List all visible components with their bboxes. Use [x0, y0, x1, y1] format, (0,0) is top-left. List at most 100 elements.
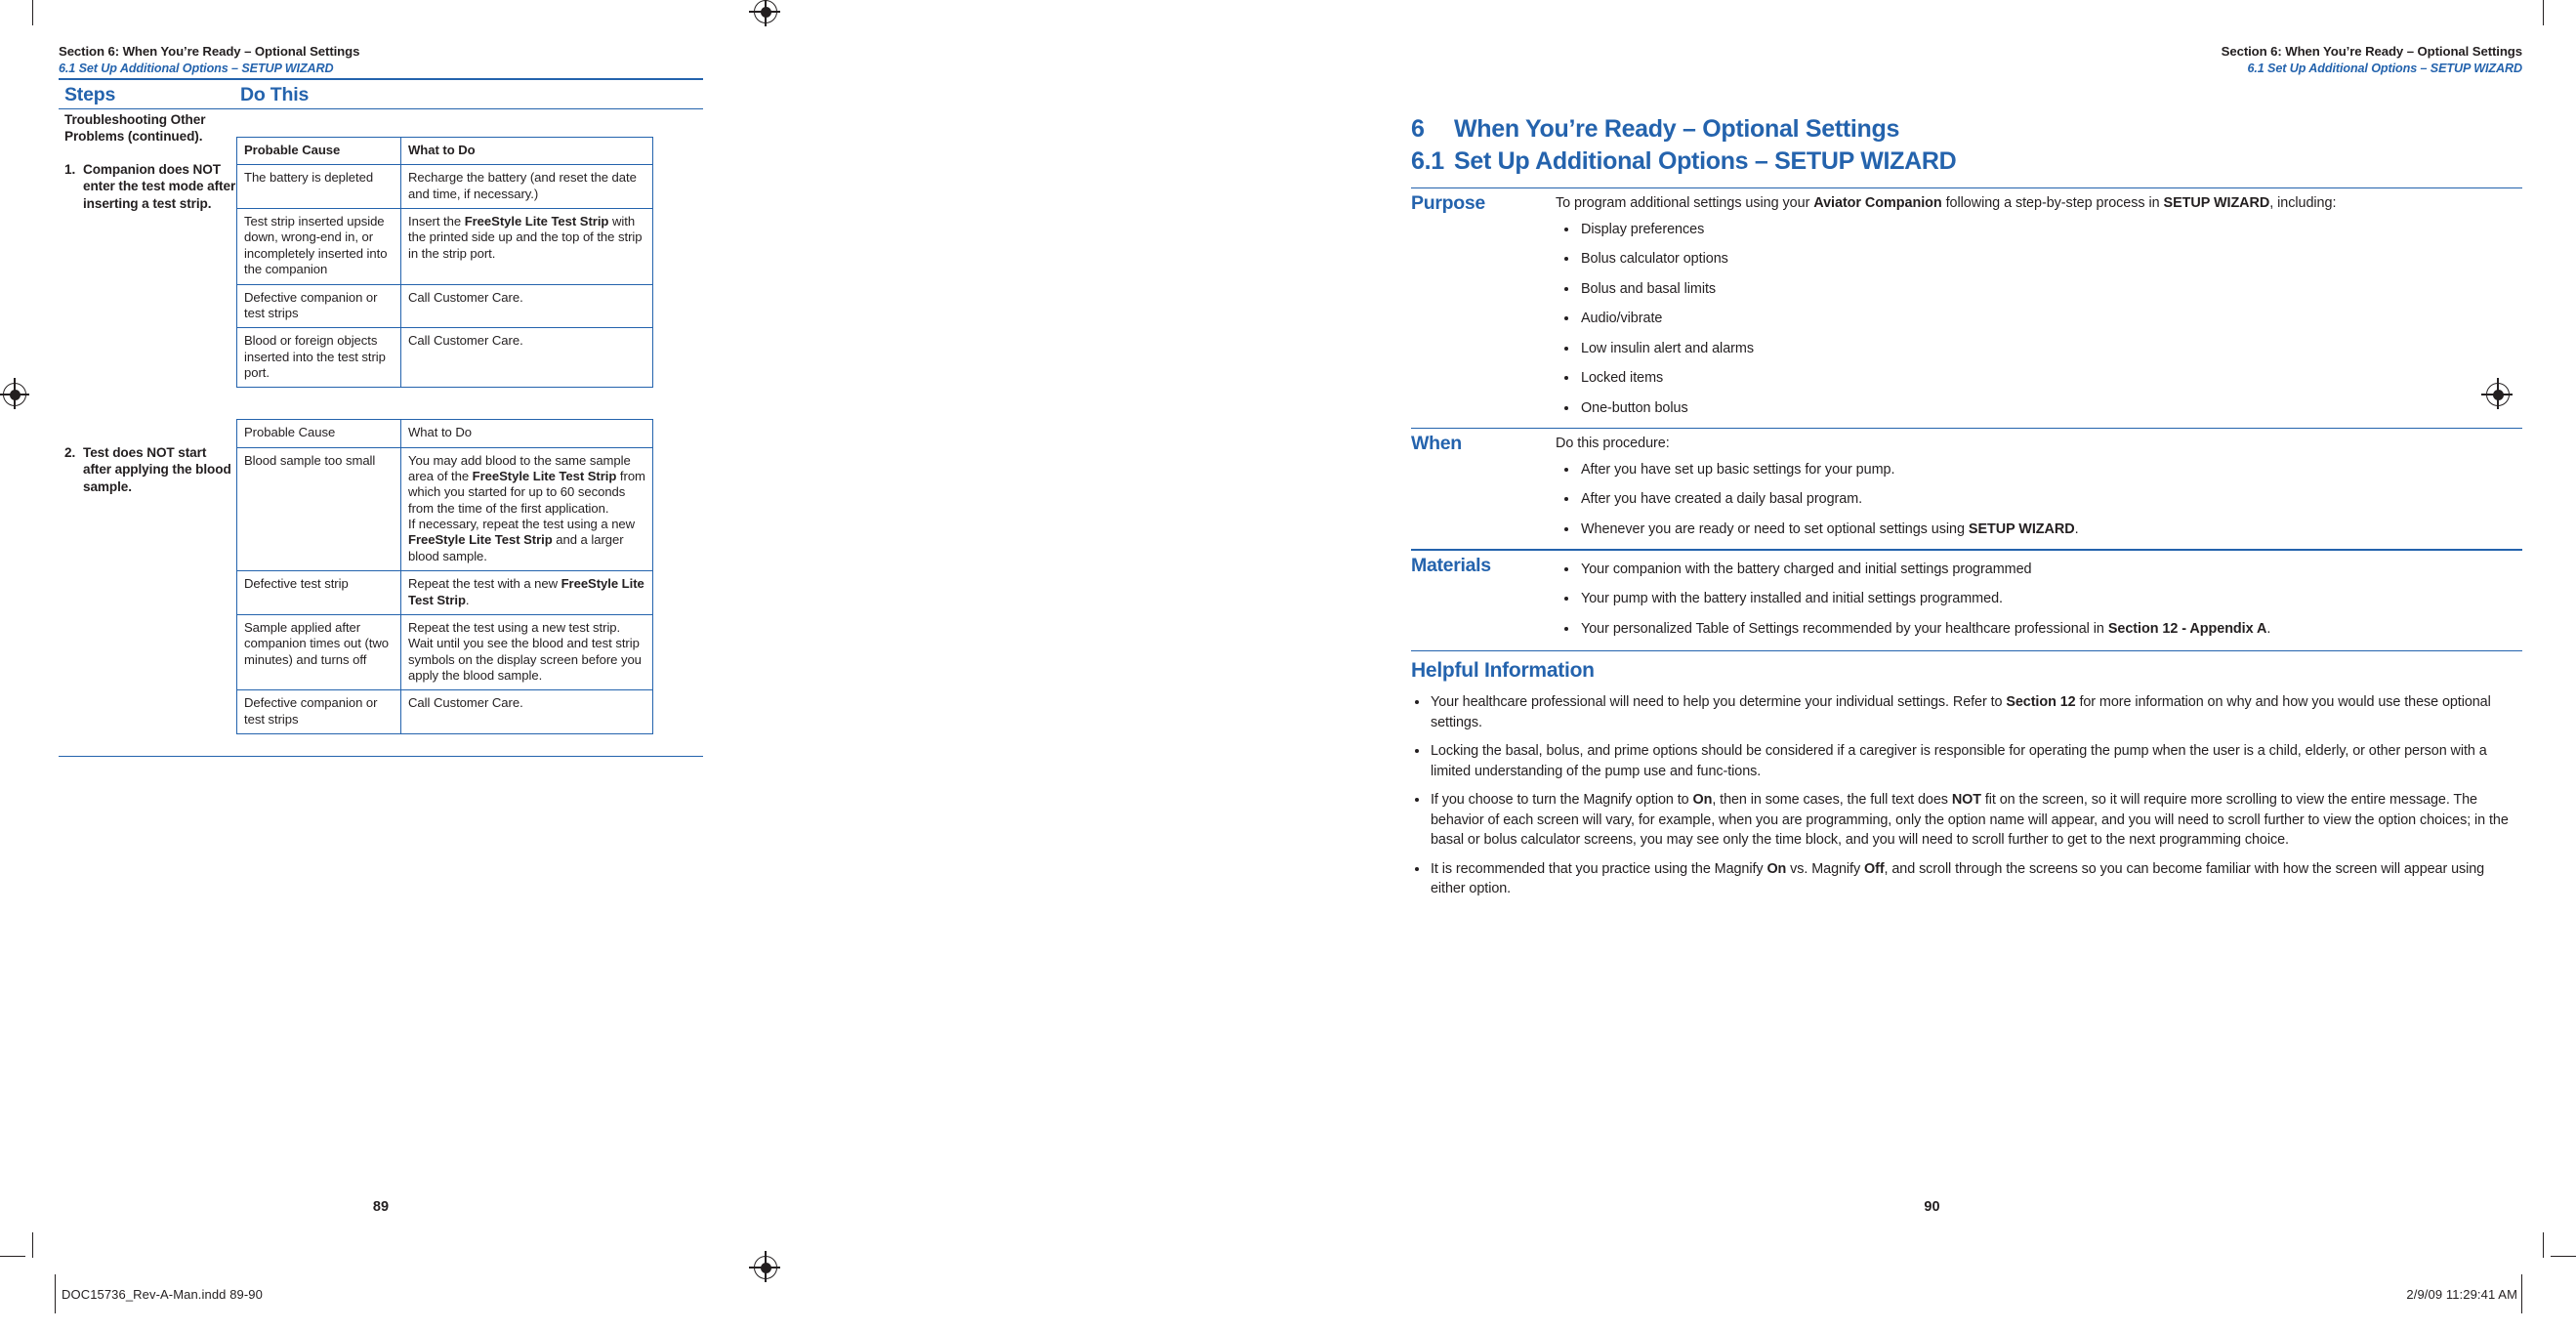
cell-what-to-do: Call Customer Care. [400, 283, 653, 329]
imposition-rule-left [55, 1274, 56, 1313]
subsection-title: 6.1 Set Up Additional Options – SETUP WIZ… [1411, 147, 2522, 176]
left-page-number: 89 [372, 1199, 390, 1215]
list-item: Your pump with the battery installed and… [1556, 589, 2522, 608]
section-title: 6 When You’re Ready – Optional Settings [1411, 115, 2522, 144]
imposition-file-label: DOC15736_Rev-A-Man.indd 89-90 [62, 1287, 263, 1302]
table-row: Sample applied after companion times out… [236, 613, 653, 691]
left-running-head: Section 6: When You’re Ready – Optional … [59, 44, 703, 75]
materials-body: Your companion with the battery charged … [1556, 551, 2522, 639]
list-item: Bolus and basal limits [1556, 279, 2522, 299]
table-row: Test strip inserted upside down, wrong-e… [236, 208, 653, 285]
right-running-head: Section 6: When You’re Ready – Optional … [1288, 44, 2522, 75]
troubleshooting-table-1: Probable Cause What to Do The battery is… [236, 136, 653, 389]
step-entry-1: 1. Companion does NOT enter the test mod… [64, 161, 236, 213]
table-row: Defective companion or test strips Call … [236, 689, 653, 735]
when-body: Do this procedure: After you have set up… [1556, 429, 2522, 539]
step-entry-2: 2. Test does NOT start after applying th… [64, 444, 236, 496]
list-item: It is recommended that you practice usin… [1411, 859, 2522, 899]
purpose-intro: To program additional settings using you… [1556, 195, 2337, 212]
section-title-text: When You’re Ready – Optional Settings [1454, 115, 1900, 143]
list-item: Locking the basal, bolus, and prime opti… [1411, 741, 2522, 781]
do-this-column: Probable Cause What to Do The battery is… [59, 105, 703, 758]
cell-what-to-do: Repeat the test with a new FreeStyle Lit… [400, 570, 653, 615]
cell-what-to-do: Repeat the test using a new test strip. W… [400, 613, 653, 691]
cell-cause: Blood sample too small [236, 446, 401, 572]
print-spread: Section 6: When You’re Ready – Optional … [0, 0, 2576, 1331]
left-running-head-section: Section 6: When You’re Ready – Optional … [59, 44, 360, 59]
table-row: The battery is depleted Recharge the bat… [236, 164, 653, 210]
rule-above-helpful-information [1411, 649, 2522, 652]
list-item: Audio/vibrate [1556, 309, 2522, 328]
column-header-do-this: Do This [240, 83, 310, 105]
list-item: Your companion with the battery charged … [1556, 560, 2522, 579]
list-item: Low insulin alert and alarms [1556, 339, 2522, 358]
table-header-what-to-do: What to Do [400, 136, 653, 166]
cell-cause: Sample applied after companion times out… [236, 613, 401, 691]
cell-cause: The battery is depleted [236, 164, 401, 210]
section-number: 6 [1411, 115, 1425, 143]
materials-label: Materials [1411, 554, 1491, 576]
cell-cause: Blood or foreign objects inserted into t… [236, 327, 401, 389]
table-row: Blood sample too small You may add blood… [236, 446, 653, 572]
subsection-title-text: Set Up Additional Options – SETUP WIZARD [1454, 147, 1957, 175]
list-item: Locked items [1556, 368, 2522, 388]
list-item: Your healthcare professional will need t… [1411, 692, 2522, 732]
step-text: Test does NOT start after applying the b… [83, 444, 231, 495]
left-running-head-subsection: 6.1 Set Up Additional Options – SETUP WI… [59, 62, 334, 75]
table-header-cause: Probable Cause [236, 136, 401, 166]
table-row: Defective companion or test strips Call … [236, 283, 653, 329]
list-item: One-button bolus [1556, 398, 2522, 418]
column-header-steps: Steps [64, 83, 116, 105]
cell-what-to-do: Insert the FreeStyle Lite Test Strip wit… [400, 208, 653, 285]
steps-lead-in: Troubleshooting Other Problems (continue… [64, 112, 206, 145]
purpose-label: Purpose [1411, 192, 1485, 215]
helpful-information-block: Helpful Information Your healthcare prof… [1411, 659, 2522, 898]
steps-column: Troubleshooting Other Problems (continue… [59, 105, 236, 757]
cell-cause: Defective test strip [236, 570, 401, 615]
step-number: 1. [64, 161, 76, 177]
when-list: After you have set up basic settings for… [1556, 460, 2522, 539]
when-intro: Do this procedure: [1556, 436, 1670, 452]
when-block: When Do this procedure: After you have s… [1411, 429, 2522, 549]
cell-what-to-do: Call Customer Care. [400, 327, 653, 389]
list-item: Whenever you are ready or need to set op… [1556, 520, 2522, 539]
helpful-information-heading: Helpful Information [1411, 659, 1595, 683]
right-page-content: 6 When You’re Ready – Optional Settings 6… [1411, 115, 2522, 907]
when-label: When [1411, 433, 1462, 455]
imposition-rule-right [2521, 1274, 2522, 1313]
left-page: Section 6: When You’re Ready – Optional … [0, 0, 1288, 1331]
column-header-row: Steps Do This [59, 80, 703, 108]
table-header-what-to-do: What to Do [400, 419, 653, 448]
table-header-row: Probable Cause What to Do [236, 136, 653, 166]
list-item: Bolus calculator options [1556, 249, 2522, 269]
table-header-row: Probable Cause What to Do [236, 419, 653, 448]
list-item: Your personalized Table of Settings reco… [1556, 619, 2522, 639]
list-item: Display preferences [1556, 220, 2522, 239]
step-number: 2. [64, 444, 76, 460]
left-page-body: Troubleshooting Other Problems (continue… [59, 105, 703, 758]
purpose-list: Display preferences Bolus calculator opt… [1556, 220, 2522, 418]
right-running-head-section: Section 6: When You’re Ready – Optional … [2221, 44, 2522, 59]
cell-cause: Test strip inserted upside down, wrong-e… [236, 208, 401, 285]
step-text: Companion does NOT enter the test mode a… [83, 161, 236, 212]
cell-what-to-do: Call Customer Care. [400, 689, 653, 735]
purpose-block: Purpose To program additional settings u… [1411, 188, 2522, 428]
table-row: Blood or foreign objects inserted into t… [236, 327, 653, 389]
right-running-head-subsection: 6.1 Set Up Additional Options – SETUP WI… [2247, 62, 2522, 75]
subsection-number: 6.1 [1411, 147, 1444, 175]
cell-cause: Defective companion or test strips [236, 689, 401, 735]
table-row: Defective test strip Repeat the test wit… [236, 570, 653, 615]
helpful-information-list: Your healthcare professional will need t… [1411, 692, 2522, 898]
cell-what-to-do: Recharge the battery (and reset the date… [400, 164, 653, 210]
cell-what-to-do: You may add blood to the same sample are… [400, 446, 653, 572]
materials-block: Materials Your companion with the batter… [1411, 551, 2522, 650]
cell-cause: Defective companion or test strips [236, 283, 401, 329]
imposition-timestamp: 2/9/09 11:29:41 AM [2406, 1287, 2517, 1302]
list-item: After you have created a daily basal pro… [1556, 489, 2522, 509]
purpose-body: To program additional settings using you… [1556, 188, 2522, 418]
materials-list: Your companion with the battery charged … [1556, 560, 2522, 639]
table-header-cause: Probable Cause [236, 419, 401, 448]
left-page-bottom-rule [59, 756, 703, 758]
right-page-number: 90 [1924, 1199, 1940, 1215]
list-item: If you choose to turn the Magnify option… [1411, 790, 2522, 850]
